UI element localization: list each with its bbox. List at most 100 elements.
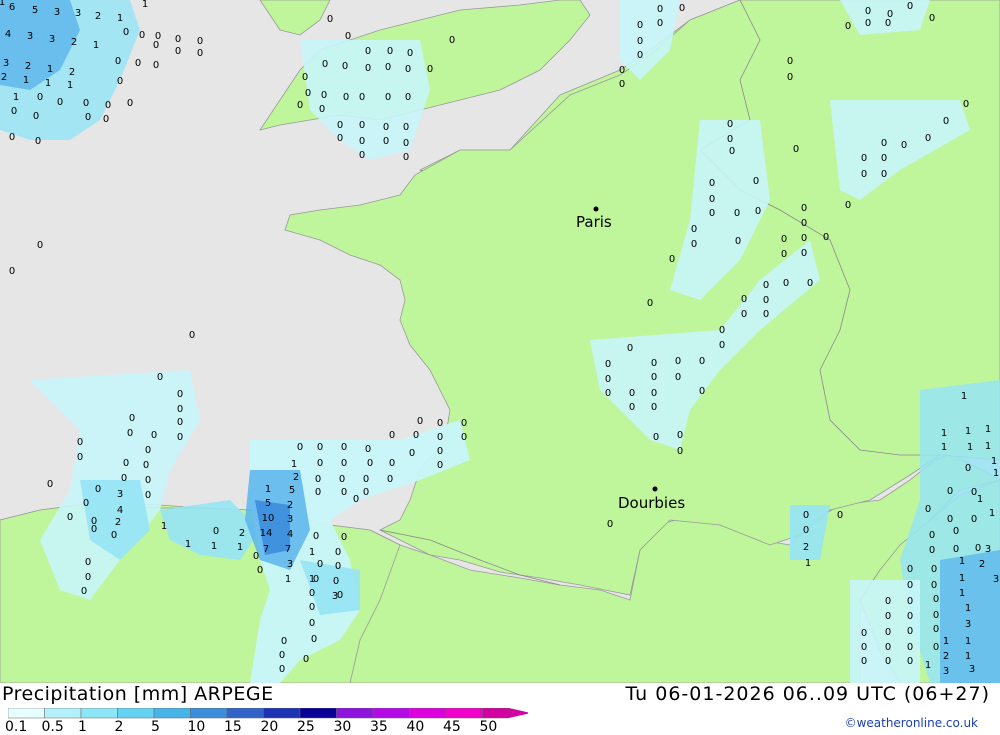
precip-value: 0 — [359, 92, 365, 103]
precip-value: 0 — [83, 498, 89, 509]
precipitation-map: 6 5 3 3 2 14 3 3 2 13 2 1 22 1 1 11 0 00 0000 00 0000 0 000 00 0… — [0, 0, 1000, 683]
precip-value: 4 — [5, 29, 11, 40]
precip-value: 0 — [309, 618, 315, 629]
scale-swatch — [336, 708, 374, 719]
precip-value: 0 — [637, 36, 643, 47]
precip-value: 0 — [781, 234, 787, 245]
precip-value: 0 — [933, 610, 939, 621]
precip-value: 0 — [619, 79, 625, 90]
precip-value: 0 — [881, 138, 887, 149]
precip-value: 1 — [13, 92, 19, 103]
precip-value: 0 — [651, 388, 657, 399]
precip-value: 1 — [45, 78, 51, 89]
precip-value: 0 — [677, 446, 683, 457]
precip-value: 0 — [385, 92, 391, 103]
precip-value: 0 — [803, 510, 809, 521]
precip-value: 2 — [293, 472, 299, 483]
precip-value: 0 — [629, 388, 635, 399]
precip-value: 6 — [9, 2, 15, 13]
footer-panel: Precipitation [mm] ARPEGE Tu 06-01-2026 … — [0, 683, 1000, 735]
precip-value: 0 — [719, 340, 725, 351]
precip-value: 0 — [129, 413, 135, 424]
map-title: Precipitation [mm] ARPEGE — [2, 683, 274, 705]
precip-value: 0 — [313, 531, 319, 542]
precip-value: 0 — [763, 280, 769, 291]
precip-value: 1 — [993, 468, 999, 479]
precip-value: 0 — [405, 92, 411, 103]
precip-value: 0 — [885, 611, 891, 622]
precip-value: 0 — [965, 463, 971, 474]
precip-value: 0 — [975, 543, 981, 554]
precip-value: 2 — [287, 500, 293, 511]
precip-value: 0 — [885, 642, 891, 653]
precip-value: 0 — [413, 430, 419, 441]
precip-value: 3 — [287, 514, 293, 525]
precip-value: 0 — [189, 330, 195, 341]
precip-value: 0 — [47, 479, 53, 490]
precip-value: 0 — [865, 6, 871, 17]
precip-value: 1 — [291, 459, 297, 470]
precip-value: 1 — [941, 442, 947, 453]
precip-value: 0 — [407, 48, 413, 59]
precip-value: 0 — [925, 133, 931, 144]
precip-value: 0 — [359, 150, 365, 161]
precip-value: 0 — [907, 596, 913, 607]
precip-value: 3 — [943, 666, 949, 677]
precip-value: 0 — [57, 97, 63, 108]
precip-value: 7 — [285, 544, 291, 555]
precip-value: 0 — [907, 642, 913, 653]
precip-value: 0 — [302, 72, 308, 83]
precip-value: 0 — [213, 526, 219, 537]
precip-value: 1 — [309, 547, 315, 558]
precip-value: 0 — [77, 452, 83, 463]
dourbies-label: Dourbies — [618, 494, 685, 512]
precip-value: 0 — [907, 564, 913, 575]
precip-value: 0 — [9, 266, 15, 277]
precip-value: 0 — [145, 475, 151, 486]
precip-value: 0 — [861, 153, 867, 164]
precip-value: 3 — [985, 544, 991, 555]
precip-value: 0 — [177, 432, 183, 443]
precip-value: 0 — [885, 596, 891, 607]
precip-value: 0 — [281, 636, 287, 647]
precip-value: 0 — [801, 248, 807, 259]
precip-value: 0 — [943, 116, 949, 127]
precip-value: 0 — [37, 240, 43, 251]
precip-value: 3 — [27, 31, 33, 42]
precip-value: 0 — [367, 458, 373, 469]
precip-value: 0 — [11, 106, 17, 117]
precip-value: 0 — [85, 557, 91, 568]
precip-value: 0 — [33, 111, 39, 122]
precip-value: 0 — [727, 119, 733, 130]
precip-value: 2 — [979, 559, 985, 570]
precip-value: 0 — [409, 448, 415, 459]
precip-value: 0 — [359, 120, 365, 131]
precip-value: 0 — [947, 514, 953, 525]
precip-value: 0 — [953, 544, 959, 555]
precip-value: 0 — [9, 132, 15, 143]
precip-value: 1 — [142, 0, 148, 10]
precip-value: 0 — [677, 430, 683, 441]
precip-value: 0 — [389, 458, 395, 469]
precip-value: 0 — [801, 233, 807, 244]
precip-value: 3 — [117, 489, 123, 500]
precip-value: 3 — [993, 574, 999, 585]
precip-value: 0 — [629, 402, 635, 413]
precip-value: 0 — [861, 656, 867, 667]
precip-value: 0 — [929, 13, 935, 24]
precip-value: 0 — [197, 36, 203, 47]
precip-value: 0 — [885, 656, 891, 667]
precip-value: 1 — [985, 424, 991, 435]
precip-value: 0 — [727, 134, 733, 145]
precip-value: 0 — [901, 140, 907, 151]
precip-value: 0 — [647, 298, 653, 309]
precip-value: 4 — [117, 505, 123, 516]
precip-value: 0 — [781, 249, 787, 260]
precip-value: 10 — [262, 513, 275, 524]
precip-value: 1 — [959, 573, 965, 584]
credit-link[interactable]: ©weatheronline.co.uk — [845, 716, 978, 730]
precip-value: 0 — [403, 138, 409, 149]
precip-value: 0 — [907, 1, 913, 12]
scale-swatch — [226, 708, 264, 719]
precip-value: 0 — [907, 611, 913, 622]
